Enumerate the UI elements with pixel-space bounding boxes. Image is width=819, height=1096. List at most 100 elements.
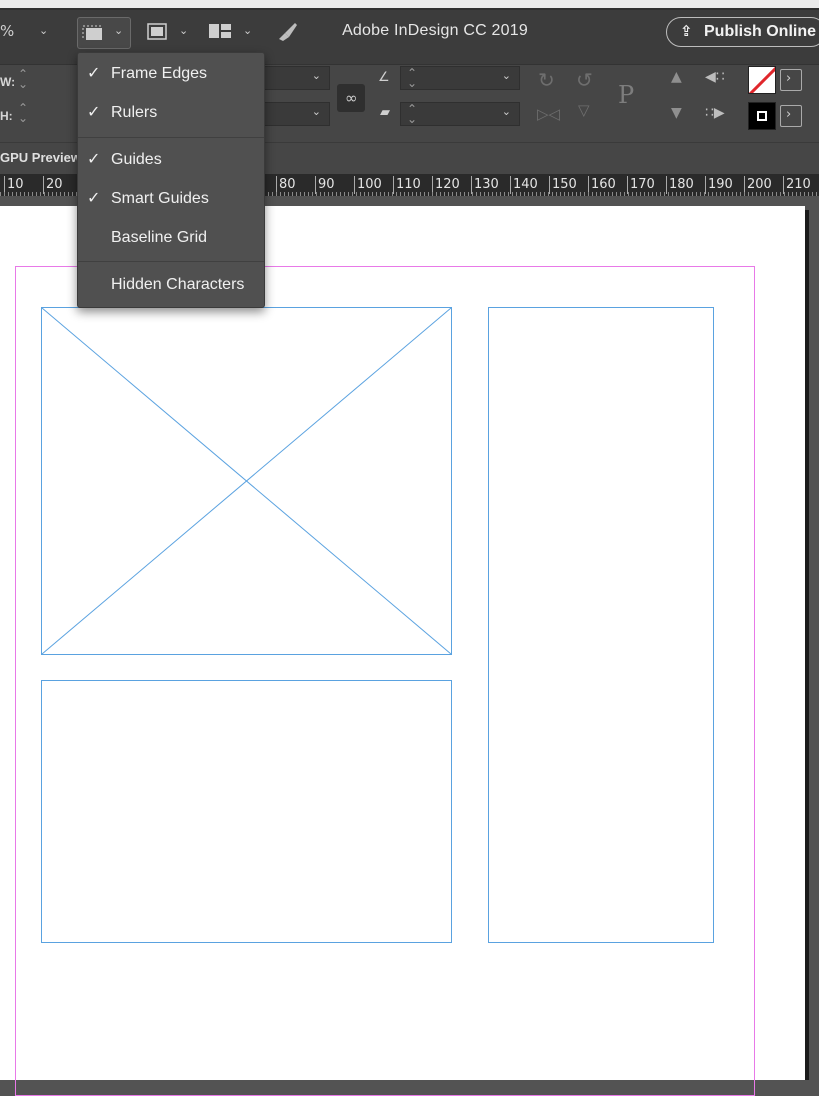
width-label: W: (0, 75, 16, 89)
window-top-divider (0, 8, 819, 10)
share-upload-icon: ⇪ (680, 22, 693, 40)
menu-item-baseline-grid[interactable]: Baseline Grid (78, 223, 264, 253)
checkmark-icon: ✓ (87, 188, 101, 207)
rotate-counterclockwise-icon[interactable]: ↺ (576, 68, 593, 92)
page-shadow (805, 210, 809, 1080)
publish-rocket-icon[interactable] (275, 19, 301, 45)
reference-field-1[interactable]: ⌄ (262, 66, 330, 90)
screen-mode-icon[interactable] (145, 21, 171, 43)
ruler-tick-label: 120 (435, 177, 460, 192)
chevron-down-icon: ⌄ (114, 24, 124, 37)
height-label: H: (0, 109, 13, 123)
menu-item-guides[interactable]: ✓ Guides (78, 145, 264, 175)
stroke-swatch-core (759, 113, 765, 119)
select-container-icon[interactable]: ▲ (671, 69, 682, 85)
text-frame-bottom-left[interactable] (41, 680, 452, 943)
menu-item-rulers[interactable]: ✓ Rulers (78, 98, 264, 128)
ruler-tick-label: 190 (708, 177, 733, 192)
chevron-right-icon: › (786, 107, 792, 122)
ruler-tick-label: 180 (669, 177, 694, 192)
chevron-down-icon: ⌄ (501, 69, 511, 82)
reference-field-2[interactable]: ⌄ (262, 102, 330, 126)
shear-angle-field[interactable]: ⌃ ⌄ ⌄ (400, 102, 520, 126)
shear-angle-icon: ▰ (380, 105, 390, 120)
gpu-preview-label: GPU Preview (0, 150, 81, 165)
link-icon: ∞ (345, 89, 358, 107)
checkmark-icon: ✓ (87, 149, 101, 168)
ruler-tick-label: 100 (357, 177, 382, 192)
ruler-tick-label: 150 (552, 177, 577, 192)
document-page[interactable] (0, 206, 805, 1096)
rotation-angle-field[interactable]: ⌃ ⌄ ⌄ (400, 66, 520, 90)
view-options-menu: ✓ Frame Edges ✓ Rulers ✓ Guides ✓ Smart … (77, 52, 265, 308)
ruler-major-tick (549, 176, 550, 194)
checkmark-icon: ✓ (87, 63, 101, 82)
ruler-tick-label: 170 (630, 177, 655, 192)
menu-item-smart-guides[interactable]: ✓ Smart Guides (78, 184, 264, 214)
select-previous-object-icon[interactable]: ◀∷ (705, 69, 725, 85)
app-title: Adobe InDesign CC 2019 (342, 22, 528, 39)
ruler-tick-label: 140 (513, 177, 538, 192)
stroke-swatch[interactable] (748, 102, 776, 130)
menu-item-hidden-characters[interactable]: Hidden Characters (78, 270, 264, 300)
chevron-down-icon: ⌄ (311, 105, 321, 118)
reference-point-p-icon: P (618, 81, 635, 109)
menu-item-frame-edges[interactable]: ✓ Frame Edges (78, 59, 264, 89)
zoom-chevron-down-icon[interactable]: ⌄ (39, 24, 48, 37)
view-options-icon (82, 25, 102, 40)
publish-online-label: Publish Online (704, 23, 817, 40)
width-stepper[interactable]: ⌃ ⌄ (18, 68, 28, 90)
document-canvas[interactable] (0, 196, 819, 1096)
menu-item-label: Frame Edges (111, 65, 208, 82)
menu-separator (78, 261, 264, 262)
constrain-proportions-button[interactable]: ∞ (337, 84, 365, 112)
ruler-tick-label: 110 (396, 177, 421, 192)
image-placeholder-frame[interactable] (41, 307, 452, 655)
ruler-tick-label: 130 (474, 177, 499, 192)
select-next-object-icon[interactable]: ∷▶ (705, 105, 725, 121)
select-content-icon[interactable]: ▼ (671, 105, 682, 121)
arrange-documents-icon[interactable] (207, 22, 235, 42)
window-top-strip (0, 0, 819, 8)
none-swatch-icon (749, 67, 775, 93)
menu-item-label: Rulers (111, 104, 158, 121)
chevron-right-icon: › (786, 71, 792, 86)
ruler-major-tick (666, 176, 667, 194)
ruler-tick-label: 210 (786, 177, 811, 192)
chevron-down-icon: ⌄ (311, 69, 321, 82)
menu-separator (78, 137, 264, 138)
menu-item-label: Smart Guides (111, 190, 209, 207)
chevron-down-icon[interactable]: ⌄ (179, 24, 188, 37)
text-frame-right[interactable] (488, 307, 714, 943)
ruler-major-tick (354, 176, 355, 194)
menu-item-label: Guides (111, 151, 162, 168)
menu-item-label: Baseline Grid (111, 229, 208, 246)
view-options-button[interactable]: ⌄ (77, 17, 131, 49)
ruler-tick-label: 200 (747, 177, 772, 192)
zoom-percent: % (0, 22, 15, 40)
ruler-major-tick (705, 176, 706, 194)
fill-menu-button[interactable]: › (780, 69, 802, 91)
ruler-tick-label: 80 (279, 177, 296, 192)
chevron-down-icon[interactable]: ⌄ (243, 24, 252, 37)
rotation-angle-icon: ∠ (378, 70, 390, 85)
checkmark-icon: ✓ (87, 102, 101, 121)
flip-horizontal-icon[interactable]: ▷◁ (537, 105, 560, 123)
stepper-icon: ⌃ ⌄ (407, 102, 418, 126)
ruler-major-tick (510, 176, 511, 194)
height-stepper[interactable]: ⌃ ⌄ (18, 102, 28, 124)
rotate-clockwise-icon[interactable]: ↻ (538, 68, 555, 92)
placeholder-cross-icon (42, 308, 451, 654)
ruler-tick-label: 160 (591, 177, 616, 192)
ruler-tick-label: 10 (7, 177, 24, 192)
ruler-tick-label: 20 (46, 177, 63, 192)
fill-swatch[interactable] (748, 66, 776, 94)
ruler-major-tick (393, 176, 394, 194)
ruler-tick-label: 90 (318, 177, 335, 192)
publish-online-button[interactable]: ⇪ Publish Online (666, 17, 819, 47)
chevron-down-icon: ⌄ (501, 105, 511, 118)
stepper-icon: ⌃ ⌄ (407, 66, 418, 90)
stroke-menu-button[interactable]: › (780, 105, 802, 127)
menu-item-label: Hidden Characters (111, 276, 245, 293)
flip-vertical-icon[interactable]: ▽ (578, 101, 590, 119)
